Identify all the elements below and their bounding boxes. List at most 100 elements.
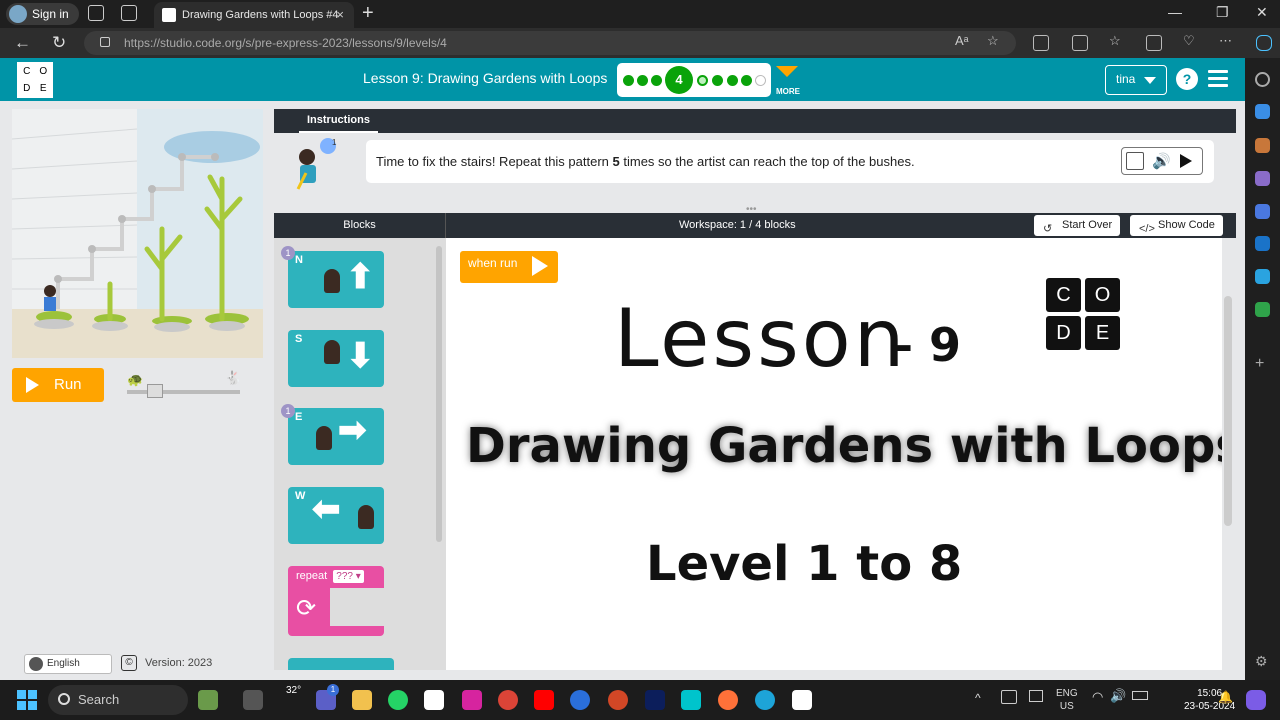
- hotstar-icon[interactable]: [645, 690, 665, 710]
- dropdown-caret-icon: ▾: [355, 571, 361, 582]
- notification-bell-icon[interactable]: 🔔: [1218, 691, 1233, 704]
- widgets-icon[interactable]: [198, 690, 218, 710]
- notepad-icon[interactable]: [792, 690, 812, 710]
- instructions-header: Instructions: [274, 109, 1236, 133]
- battery-icon[interactable]: [1132, 691, 1148, 700]
- level-dot-3[interactable]: [651, 75, 662, 86]
- powerpoint-icon[interactable]: [608, 690, 628, 710]
- hamburger-menu-icon[interactable]: [1208, 70, 1228, 88]
- copilot-icon[interactable]: [1256, 35, 1272, 51]
- jump-block-partial[interactable]: [288, 658, 394, 670]
- chrome-icon[interactable]: [498, 690, 518, 710]
- move-west-block[interactable]: W ⬅: [288, 487, 384, 544]
- repeat-count-dropdown[interactable]: ??? ▾: [333, 570, 364, 583]
- level-dot-8[interactable]: [741, 75, 752, 86]
- level-dot-7[interactable]: [727, 75, 738, 86]
- copilot-sidebar-icon[interactable]: [1255, 204, 1270, 219]
- send-icon[interactable]: [1255, 269, 1270, 284]
- move-south-block[interactable]: S ⬇: [288, 330, 384, 387]
- search-icon[interactable]: [1255, 72, 1270, 87]
- tag-icon[interactable]: [1255, 104, 1270, 119]
- level-dot-1[interactable]: [623, 75, 634, 86]
- play-audio-icon[interactable]: [1180, 154, 1192, 168]
- browser-essentials-icon[interactable]: ♡: [1183, 33, 1195, 49]
- level-dot-6[interactable]: [712, 75, 723, 86]
- logo-letter: D: [23, 83, 31, 94]
- language-select[interactable]: English: [24, 654, 112, 674]
- close-window-icon[interactable]: ✕: [1256, 4, 1268, 21]
- tab-close-icon[interactable]: ×: [336, 2, 344, 28]
- copyright-icon[interactable]: ©: [121, 655, 137, 671]
- url-bar[interactable]: https://studio.code.org/s/pre-express-20…: [84, 31, 1016, 55]
- speaker-icon[interactable]: 🔊: [1152, 140, 1171, 183]
- refresh-icon[interactable]: ↻: [52, 33, 66, 53]
- read-aloud-icon[interactable]: Aᵃ: [955, 33, 969, 48]
- help-app-icon[interactable]: [570, 690, 590, 710]
- workspace-scrollbar[interactable]: [1224, 296, 1232, 526]
- volume-icon[interactable]: 🔊: [1110, 689, 1126, 702]
- briefcase-icon[interactable]: [1255, 138, 1270, 153]
- tree-icon[interactable]: [1255, 302, 1270, 317]
- help-button[interactable]: ?: [1176, 68, 1198, 90]
- level-dot-2[interactable]: [637, 75, 648, 86]
- edge-icon[interactable]: [755, 690, 775, 710]
- start-over-button[interactable]: ↺ Start Over: [1034, 215, 1121, 236]
- sidebar-settings-icon[interactable]: ⚙: [1255, 654, 1270, 669]
- instagram-icon[interactable]: [462, 690, 482, 710]
- move-north-block[interactable]: N ⬆: [288, 251, 384, 308]
- back-icon[interactable]: ←: [14, 33, 31, 53]
- language-indicator[interactable]: ENG US: [1056, 687, 1078, 713]
- task-view-icon[interactable]: [243, 690, 263, 710]
- run-button[interactable]: Run: [12, 368, 104, 402]
- more-levels-button[interactable]: MORE: [776, 66, 800, 99]
- windows-start-icon[interactable]: [17, 690, 37, 710]
- move-east-block[interactable]: E ➡: [288, 408, 384, 465]
- maximize-icon[interactable]: ❐: [1216, 4, 1229, 21]
- show-hidden-icons[interactable]: ^: [975, 692, 981, 705]
- new-tab-button[interactable]: +: [362, 2, 374, 25]
- outlook-icon[interactable]: [1255, 236, 1270, 251]
- sign-in-button[interactable]: Sign in: [6, 3, 79, 25]
- favorite-star-icon[interactable]: ☆: [987, 33, 999, 49]
- artist-icon: [324, 269, 340, 293]
- code-logo[interactable]: C O D E: [17, 62, 53, 98]
- current-level-dot[interactable]: 4: [665, 66, 693, 94]
- translate-icon[interactable]: [1126, 152, 1144, 170]
- collections-icon[interactable]: [1146, 35, 1162, 51]
- lesson-title[interactable]: Lesson 9: Drawing Gardens with Loops: [363, 70, 607, 86]
- wifi-icon[interactable]: ◠: [1092, 690, 1103, 703]
- repeat-label: repeat: [296, 570, 328, 582]
- taskbar-search[interactable]: Search: [48, 685, 188, 715]
- speed-slider-handle[interactable]: [147, 384, 163, 398]
- tab-active[interactable]: Drawing Gardens with Loops #4 ×: [154, 2, 354, 28]
- code-workspace[interactable]: when run Lesson – 9 C O D E Drawing Gard…: [446, 238, 1222, 670]
- favorites-icon[interactable]: ☆: [1109, 33, 1121, 49]
- user-menu-button[interactable]: tina: [1105, 65, 1167, 95]
- weather-temp[interactable]: 32°: [286, 684, 301, 697]
- tab-actions-icon[interactable]: [121, 5, 137, 21]
- workspaces-icon[interactable]: [88, 5, 104, 21]
- repeat-block[interactable]: repeat ??? ▾ ⟳: [288, 566, 384, 636]
- level-dot-9[interactable]: [755, 75, 766, 86]
- toolbox-scrollbar[interactable]: [436, 246, 442, 542]
- canva-icon[interactable]: [681, 690, 701, 710]
- file-explorer-icon[interactable]: [352, 690, 372, 710]
- tab-instructions[interactable]: Instructions: [299, 109, 378, 133]
- minimize-icon[interactable]: —: [1168, 4, 1182, 20]
- onedrive-icon[interactable]: [1001, 690, 1017, 704]
- when-run-block[interactable]: when run: [460, 251, 558, 283]
- youtube-icon[interactable]: [534, 690, 554, 710]
- extensions-icon[interactable]: [1033, 35, 1049, 51]
- keyboard-icon[interactable]: [1029, 690, 1043, 702]
- copilot-taskbar-icon[interactable]: [1246, 690, 1266, 710]
- level-dot-5[interactable]: [697, 75, 708, 86]
- play-store-icon[interactable]: [424, 690, 444, 710]
- firefox-icon[interactable]: [718, 690, 738, 710]
- speed-slider[interactable]: [127, 384, 240, 398]
- more-menu-icon[interactable]: ⋯: [1219, 33, 1232, 49]
- add-sidebar-icon[interactable]: +: [1255, 356, 1270, 372]
- show-code-button[interactable]: </> Show Code: [1130, 215, 1223, 236]
- whatsapp-icon[interactable]: [388, 690, 408, 710]
- split-screen-icon[interactable]: [1072, 35, 1088, 51]
- games-icon[interactable]: [1255, 171, 1270, 186]
